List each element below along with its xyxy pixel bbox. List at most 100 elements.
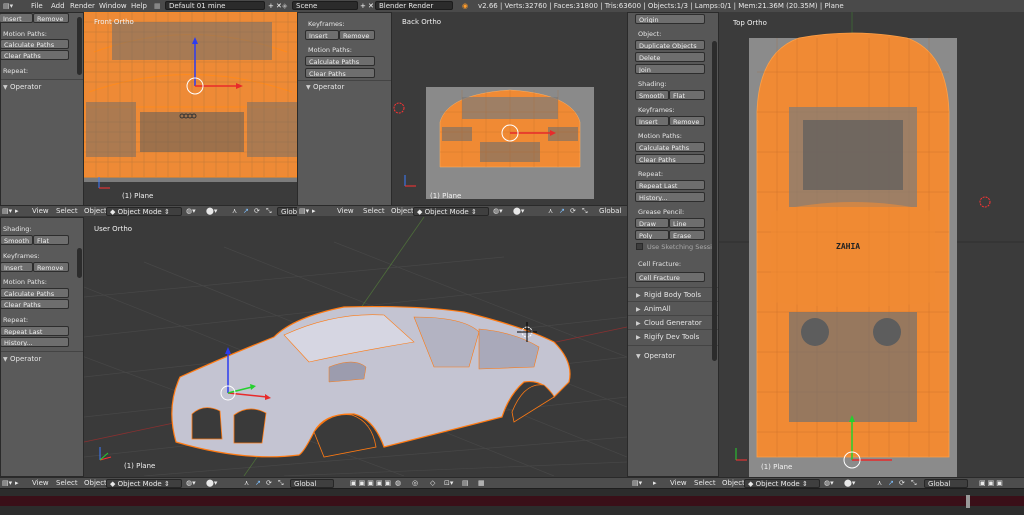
select-menu[interactable]: Select [56,207,78,216]
repeat-last-button[interactable]: Repeat Last [0,326,69,336]
view-menu[interactable]: View [337,207,354,216]
editor-type-icon[interactable]: ▤▾ [2,479,12,488]
repeat-last-button[interactable]: Repeat Last [635,180,705,190]
scene-field[interactable]: Scene [292,1,358,10]
smooth-button[interactable]: Smooth [0,235,33,245]
orientation-select[interactable]: Global [599,207,621,216]
manipulator-toggle-icon[interactable]: ⋏ [232,207,237,216]
editor-type-icon[interactable]: ▤▾ [299,207,309,216]
operator-panel-title[interactable]: Operator [644,352,675,360]
mode-select[interactable]: ◆ Object Mode ⇕ [413,207,489,216]
viewport-shading-icon[interactable]: ◍▾ [493,207,503,216]
menu-window[interactable]: Window [99,1,127,11]
rotate-icon[interactable]: ⟳ [254,207,260,216]
select-menu[interactable]: Select [56,479,78,488]
rotate-icon[interactable]: ⟳ [570,207,576,216]
calculate-paths-button[interactable]: Calculate Paths [305,56,375,66]
add-layout-icon[interactable]: + [268,1,274,11]
menu-help[interactable]: Help [131,1,147,11]
cloud-generator-panel[interactable]: Cloud Generator [644,319,702,327]
pivot-icon[interactable]: ⬤▾ [206,479,217,488]
menu-render[interactable]: Render [70,1,95,11]
menu-toggle-icon[interactable]: ▸ [15,479,19,488]
viewport-top-ortho[interactable]: ZAHIA Top Ortho (1) Plane [719,12,1024,477]
mode-select[interactable]: ◆ Object Mode ⇕ [744,479,820,488]
flat-button[interactable]: Flat [33,235,69,245]
editor-type-icon[interactable]: ▤▾ [632,479,642,488]
mode-select[interactable]: ◆ Object Mode ⇕ [106,207,182,216]
translate-icon[interactable]: ↗ [243,207,249,216]
expand-triangle-icon[interactable]: ▶ [636,306,641,313]
history-button[interactable]: History... [0,337,69,347]
rigid-body-tools-panel[interactable]: Rigid Body Tools [644,291,701,299]
viewport-shading-icon[interactable]: ◍▾ [186,479,196,488]
orientation-select[interactable]: Global [277,207,303,216]
select-menu[interactable]: Select [363,207,385,216]
menu-toggle-icon[interactable]: ▸ [312,207,316,216]
editor-type-icon[interactable]: ▤▾ [2,207,12,216]
flat-button[interactable]: Flat [669,90,705,100]
expand-triangle-icon[interactable]: ▶ [636,334,641,341]
collapse-triangle-icon[interactable]: ▼ [306,84,311,91]
add-scene-icon[interactable]: + [360,1,366,11]
select-menu[interactable]: Select [694,479,716,488]
remove-scene-icon[interactable]: ✕ [368,1,374,11]
rotate-icon[interactable]: ⟳ [899,479,905,488]
collapse-triangle-icon[interactable]: ▼ [3,356,8,363]
expand-triangle-icon[interactable]: ▶ [636,292,641,299]
mode-select[interactable]: ◆ Object Mode ⇕ [106,479,182,488]
orientation-select[interactable]: Global [924,479,968,488]
rotate-icon[interactable]: ⟳ [266,479,272,488]
animall-panel[interactable]: AnimAll [644,305,671,313]
clear-paths-button[interactable]: Clear Paths [0,299,69,309]
timeline-handle[interactable] [966,495,970,508]
insert-keyframe-button[interactable]: Insert [635,116,669,126]
scene-icon[interactable]: ◈ [282,1,287,11]
render-preview-icon[interactable]: ▤ [462,479,469,488]
poly-button[interactable]: Poly [635,230,669,240]
scale-icon[interactable]: ⤡ [911,479,917,488]
proportional-edit-icon[interactable]: ◎ [412,479,418,488]
menu-toggle-icon[interactable]: ▸ [653,479,657,488]
viewport-front-ortho[interactable]: Front Ortho (1) Plane [84,12,297,205]
history-button[interactable]: History... [635,192,705,202]
insert-keyframe-button[interactable]: Insert [0,13,33,23]
view-menu[interactable]: View [32,207,49,216]
cell-fracture-button[interactable]: Cell Fracture [635,272,705,282]
pivot-icon[interactable]: ⬤▾ [513,207,524,216]
scale-icon[interactable]: ⤡ [582,207,588,216]
screen-layout-icon[interactable]: ▦ [154,1,161,11]
menu-add[interactable]: Add [51,1,65,11]
object-menu[interactable]: Object [84,479,107,488]
draw-button[interactable]: Draw [635,218,669,228]
delete-button[interactable]: Delete [635,52,705,62]
pivot-icon[interactable]: ⬤▾ [844,479,855,488]
menu-toggle-icon[interactable]: ▸ [15,207,19,216]
calculate-paths-button[interactable]: Calculate Paths [0,288,69,298]
operator-panel-title[interactable]: Operator [10,355,41,363]
view-menu[interactable]: View [670,479,687,488]
manipulator-toggle-icon[interactable]: ⋏ [244,479,249,488]
layer-buttons[interactable]: ▣▣▣▣▣ [350,479,393,488]
screen-layout-field[interactable]: Default 01 mine [165,1,265,10]
calculate-paths-button[interactable]: Calculate Paths [635,142,705,152]
use-sketching-checkbox[interactable] [636,243,643,250]
manipulator-toggle-icon[interactable]: ⋏ [877,479,882,488]
line-button[interactable]: Line [669,218,705,228]
clear-paths-button[interactable]: Clear Paths [305,68,375,78]
pivot-icon[interactable]: ⬤▾ [206,207,217,216]
scale-icon[interactable]: ⤡ [278,479,284,488]
view-menu[interactable]: View [32,479,49,488]
scrollbar[interactable] [77,248,82,278]
render-engine-select[interactable]: Blender Render [375,1,453,10]
collapse-triangle-icon[interactable]: ▼ [3,84,8,91]
origin-button[interactable]: Origin [635,14,705,24]
info-editor-icon[interactable]: ▤▾ [3,1,13,11]
translate-icon[interactable]: ↗ [559,207,565,216]
snap-target-icon[interactable]: ⊡▾ [444,479,453,488]
collapse-triangle-icon[interactable]: ▼ [636,353,641,360]
timeline-bar[interactable] [0,496,1024,506]
remove-layout-icon[interactable]: ✕ [276,1,282,11]
insert-keyframe-button[interactable]: Insert [0,262,33,272]
orientation-select[interactable]: Global [290,479,334,488]
